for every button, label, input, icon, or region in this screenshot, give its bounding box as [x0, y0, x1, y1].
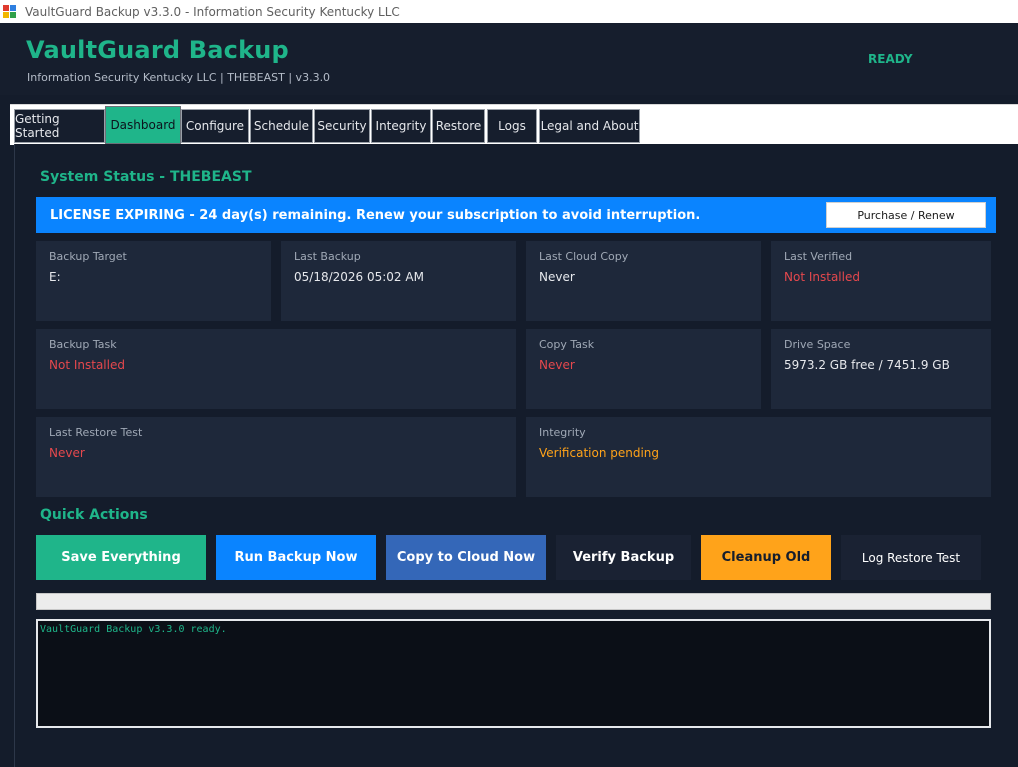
card-value: Not Installed — [49, 358, 125, 372]
app-window-icon — [3, 4, 17, 19]
log-console[interactable]: VaultGuard Backup v3.3.0 ready. — [36, 619, 991, 728]
card-copy-task: Copy Task Never — [526, 329, 761, 409]
tab-dashboard[interactable]: Dashboard — [105, 106, 181, 144]
card-label: Last Restore Test — [49, 426, 143, 439]
card-backup-task: Backup Task Not Installed — [36, 329, 516, 409]
copy-to-cloud-button[interactable]: Copy to Cloud Now — [386, 535, 546, 580]
card-value: Never — [539, 270, 575, 284]
app-subtitle: Information Security Kentucky LLC | THEB… — [27, 71, 331, 84]
app-title: VaultGuard Backup — [26, 36, 289, 64]
tab-configure[interactable]: Configure — [181, 109, 249, 143]
card-label: Drive Space — [784, 338, 851, 351]
card-label: Last Verified — [784, 250, 853, 263]
save-everything-button[interactable]: Save Everything — [36, 535, 206, 580]
tab-getting-started[interactable]: Getting Started — [14, 109, 105, 143]
quick-actions-title: Quick Actions — [40, 507, 148, 523]
progress-bar — [36, 593, 991, 610]
card-value: E: — [49, 270, 61, 284]
card-label: Integrity — [539, 426, 586, 439]
card-label: Backup Task — [49, 338, 117, 351]
license-banner-text: LICENSE EXPIRING - 24 day(s) remaining. … — [50, 207, 701, 223]
card-last-verified: Last Verified Not Installed — [771, 241, 991, 321]
card-last-cloud-copy: Last Cloud Copy Never — [526, 241, 761, 321]
card-label: Last Cloud Copy — [539, 250, 629, 263]
window-title: VaultGuard Backup v3.3.0 - Information S… — [25, 4, 400, 19]
system-status-title: System Status - THEBEAST — [40, 169, 252, 185]
app-header: VaultGuard Backup Information Security K… — [0, 23, 1018, 95]
tab-security[interactable]: Security — [314, 109, 370, 143]
card-value: Not Installed — [784, 270, 860, 284]
card-drive-space: Drive Space 5973.2 GB free / 7451.9 GB — [771, 329, 991, 409]
tab-strip: Getting Started Dashboard Configure Sche… — [10, 104, 1018, 145]
card-value: Never — [49, 446, 85, 460]
verify-backup-button[interactable]: Verify Backup — [556, 535, 691, 580]
card-value: 05/18/2026 05:02 AM — [294, 270, 424, 284]
window-titlebar: VaultGuard Backup v3.3.0 - Information S… — [0, 0, 1018, 23]
card-last-backup: Last Backup 05/18/2026 05:02 AM — [281, 241, 516, 321]
card-label: Copy Task — [539, 338, 595, 351]
card-value: Verification pending — [539, 446, 660, 460]
tab-logs[interactable]: Logs — [487, 109, 537, 143]
cleanup-old-button[interactable]: Cleanup Old — [701, 535, 831, 580]
console-line: VaultGuard Backup v3.3.0 ready. — [40, 624, 227, 635]
tab-restore[interactable]: Restore — [432, 109, 485, 143]
tab-legal-about[interactable]: Legal and About — [539, 109, 640, 143]
card-label: Last Backup — [294, 250, 361, 263]
card-backup-target: Backup Target E: — [36, 241, 271, 321]
log-restore-test-button[interactable]: Log Restore Test — [841, 535, 981, 580]
tab-integrity[interactable]: Integrity — [371, 109, 431, 143]
card-value: Never — [539, 358, 575, 372]
card-value: 5973.2 GB free / 7451.9 GB — [784, 358, 950, 372]
purchase-renew-button[interactable]: Purchase / Renew — [826, 202, 986, 228]
run-backup-button[interactable]: Run Backup Now — [216, 535, 376, 580]
tab-schedule[interactable]: Schedule — [250, 109, 313, 143]
card-integrity: Integrity Verification pending — [526, 417, 991, 497]
card-label: Backup Target — [49, 250, 127, 263]
card-last-restore-test: Last Restore Test Never — [36, 417, 516, 497]
status-indicator: READY — [868, 52, 913, 66]
